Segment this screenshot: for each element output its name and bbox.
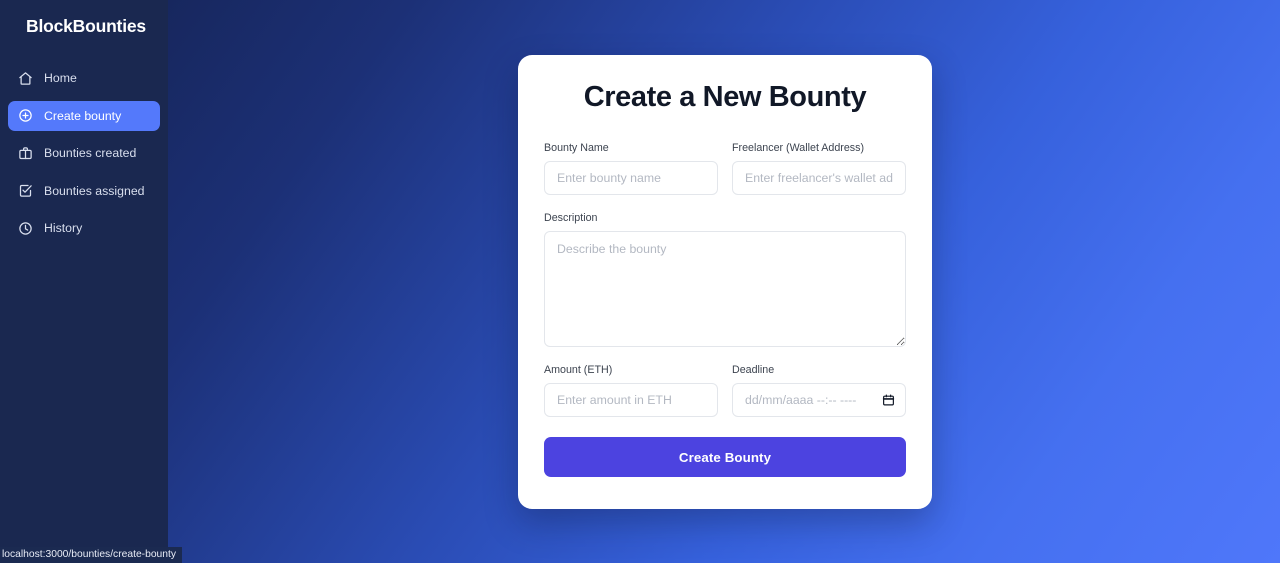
sidebar-item-create-bounty[interactable]: Create bounty bbox=[8, 100, 160, 131]
plus-circle-icon bbox=[18, 108, 33, 123]
sidebar-item-label: Bounties assigned bbox=[44, 183, 145, 198]
bounty-name-input[interactable] bbox=[544, 161, 718, 195]
sidebar-item-home[interactable]: Home bbox=[8, 63, 160, 93]
amount-label: Amount (ETH) bbox=[544, 364, 613, 376]
deadline-label: Deadline bbox=[732, 364, 775, 376]
app-root: BlockBounties Home Create bounty Bountie… bbox=[0, 0, 1280, 563]
status-bar-url: localhost:3000/bounties/create-bounty bbox=[0, 547, 183, 563]
form-row-2: Amount (ETH) Deadline bbox=[544, 363, 906, 417]
deadline-input[interactable] bbox=[732, 383, 906, 417]
amount-field: Amount (ETH) bbox=[544, 363, 718, 417]
main-content: Create a New Bounty Bounty Name Freelanc… bbox=[168, 0, 1280, 563]
description-textarea[interactable] bbox=[544, 231, 906, 347]
description-label: Description bbox=[544, 212, 598, 224]
briefcase-icon bbox=[18, 146, 33, 161]
brand-title: BlockBounties bbox=[26, 16, 146, 36]
sidebar-item-label: Create bounty bbox=[44, 108, 122, 123]
sidebar-item-label: Home bbox=[44, 71, 77, 85]
page-title: Create a New Bounty bbox=[583, 81, 867, 113]
create-bounty-button[interactable]: Create Bounty bbox=[544, 437, 906, 477]
check-square-icon bbox=[18, 183, 33, 198]
create-bounty-card: Create a New Bounty Bounty Name Freelanc… bbox=[518, 55, 932, 509]
sidebar-item-bounties-assigned[interactable]: Bounties assigned bbox=[8, 176, 160, 206]
amount-input[interactable] bbox=[544, 383, 718, 417]
freelancer-field: Freelancer (Wallet Address) bbox=[732, 141, 906, 195]
bounty-name-label: Bounty Name bbox=[544, 142, 609, 154]
description-field: Description bbox=[544, 211, 906, 347]
sidebar-nav: Home Create bounty Bounties created Boun… bbox=[0, 63, 168, 243]
deadline-input-wrapper bbox=[732, 383, 906, 417]
freelancer-wallet-input[interactable] bbox=[732, 161, 906, 195]
deadline-field: Deadline bbox=[732, 363, 906, 417]
form-row-1: Bounty Name Freelancer (Wallet Address) bbox=[544, 141, 906, 195]
home-icon bbox=[18, 71, 33, 86]
bounty-name-field: Bounty Name bbox=[544, 141, 718, 195]
freelancer-label: Freelancer (Wallet Address) bbox=[732, 142, 865, 154]
sidebar-item-label: History bbox=[44, 221, 83, 235]
sidebar-item-bounties-created[interactable]: Bounties created bbox=[8, 138, 160, 168]
sidebar: BlockBounties Home Create bounty Bountie… bbox=[0, 0, 168, 563]
sidebar-item-history[interactable]: History bbox=[8, 213, 160, 243]
clock-icon bbox=[18, 221, 33, 236]
sidebar-item-label: Bounties created bbox=[44, 146, 137, 160]
